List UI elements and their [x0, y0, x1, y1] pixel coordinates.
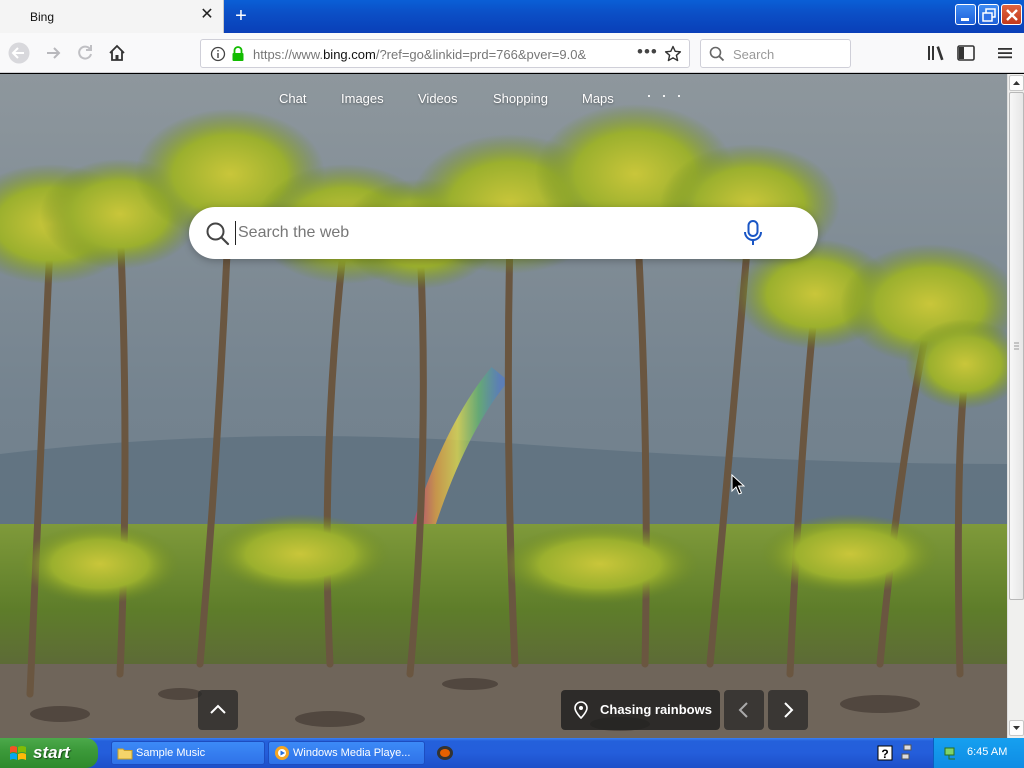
scroll-up-arrow[interactable] [1009, 75, 1024, 91]
forward-icon[interactable] [42, 42, 64, 64]
svg-text:?: ? [881, 747, 888, 761]
help-icon[interactable]: ? [877, 745, 893, 761]
tab-close-icon[interactable]: ✕ [199, 7, 215, 23]
background-image [0, 74, 1007, 738]
nav-more-icon[interactable]: · · · [646, 85, 684, 106]
restore-icon [982, 8, 996, 22]
new-tab-icon[interactable]: + [230, 6, 252, 28]
image-caption[interactable]: Chasing rainbows [561, 690, 720, 730]
windows-taskbar: start Sample Music Windows Media Playe..… [0, 738, 1024, 768]
arrow-down-icon [1013, 726, 1020, 730]
chevron-right-icon [784, 702, 794, 718]
tray-network-icon[interactable] [943, 745, 959, 761]
window-minimize-button[interactable] [955, 4, 976, 25]
back-icon[interactable] [8, 42, 30, 64]
microphone-icon[interactable] [742, 219, 764, 247]
grip-icon [1014, 342, 1019, 350]
url-bar[interactable]: https://www.bing.com/?ref=go&linkid=prd=… [200, 39, 690, 68]
next-image-button[interactable] [768, 690, 808, 730]
windows-logo-icon [10, 746, 26, 760]
window-close-button[interactable] [1001, 4, 1022, 25]
media-player-icon [275, 746, 289, 760]
bing-search-input[interactable] [235, 221, 715, 245]
window-restore-button[interactable] [978, 4, 999, 25]
menu-icon[interactable] [994, 42, 1016, 64]
browser-search-bar[interactable] [700, 39, 851, 68]
page-actions-icon[interactable]: ••• [637, 42, 658, 62]
tab-title: Bing [30, 10, 55, 24]
reload-icon[interactable] [74, 42, 96, 64]
firefox-icon[interactable] [436, 745, 454, 761]
bing-page: Chat Images Videos Shopping Maps · · · C… [0, 74, 1007, 738]
bing-search-box[interactable] [189, 207, 818, 259]
previous-image-button[interactable] [724, 690, 764, 730]
arrow-up-icon [1013, 81, 1020, 85]
search-icon [709, 46, 725, 62]
minimize-icon [961, 18, 969, 21]
home-icon[interactable] [106, 42, 128, 64]
scroll-up-button[interactable] [198, 690, 238, 730]
caption-text: Chasing rainbows [600, 702, 712, 717]
start-button[interactable]: start [0, 738, 98, 768]
taskbar-item-label: Windows Media Playe... [293, 747, 411, 759]
close-icon [1006, 9, 1018, 21]
folder-icon [117, 748, 133, 760]
library-icon[interactable] [925, 42, 947, 64]
taskbar-item-label: Sample Music [136, 747, 206, 759]
scrollbar-thumb[interactable] [1009, 92, 1024, 600]
browser-toolbar: https://www.bing.com/?ref=go&linkid=prd=… [0, 33, 1024, 73]
sidebar-icon[interactable] [955, 42, 977, 64]
location-pin-icon [574, 701, 588, 719]
mouse-cursor-icon [731, 474, 745, 495]
nav-videos[interactable]: Videos [418, 91, 458, 106]
browser-search-input[interactable] [731, 44, 847, 64]
chevron-up-icon [210, 704, 226, 714]
vertical-scrollbar[interactable] [1007, 74, 1024, 738]
info-icon[interactable] [210, 46, 226, 62]
chevron-left-icon [738, 702, 748, 718]
scroll-down-arrow[interactable] [1009, 720, 1024, 736]
bing-top-nav: Chat Images Videos Shopping Maps · · · [0, 85, 1007, 111]
clock: 6:45 AM [967, 746, 1008, 758]
browser-titlebar: Bing ✕ + [0, 0, 1024, 33]
nav-images[interactable]: Images [341, 91, 384, 106]
url-text[interactable]: https://www.bing.com/?ref=go&linkid=prd=… [253, 47, 601, 62]
nav-maps[interactable]: Maps [582, 91, 614, 106]
search-icon [206, 222, 230, 246]
network-icon[interactable] [901, 744, 915, 762]
system-tray: 6:45 AM [933, 738, 1024, 768]
lock-icon[interactable] [231, 46, 245, 62]
start-label: start [33, 743, 70, 762]
taskbar-item-windows-media-player[interactable]: Windows Media Playe... [268, 741, 425, 765]
bookmark-star-icon[interactable] [664, 45, 682, 63]
nav-shopping[interactable]: Shopping [493, 91, 548, 106]
taskbar-item-sample-music[interactable]: Sample Music [111, 741, 265, 765]
browser-tab[interactable]: Bing ✕ [0, 0, 224, 33]
nav-chat[interactable]: Chat [279, 91, 306, 106]
